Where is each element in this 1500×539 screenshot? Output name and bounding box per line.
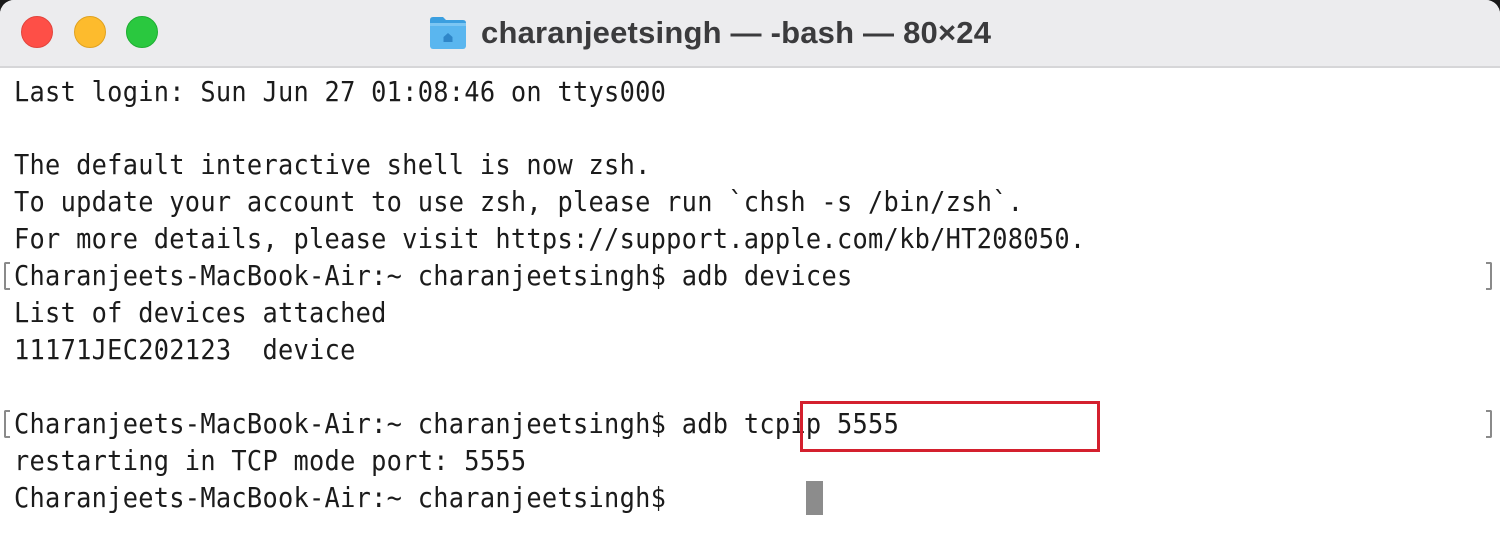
command-mark-right xyxy=(1486,262,1492,290)
command-mark-left xyxy=(4,410,10,438)
command-mark-left xyxy=(4,262,10,290)
terminal-output-area[interactable]: Last login: Sun Jun 27 01:08:46 on ttys0… xyxy=(0,68,1500,539)
highlighted-command-box xyxy=(800,401,1100,452)
title-bar[interactable]: charanjeetsingh — -bash — 80×24 xyxy=(0,0,1500,68)
terminal-line-tcp-output: restarting in TCP mode port: 5555 xyxy=(14,444,527,477)
terminal-line-default-shell: The default interactive shell is now zsh… xyxy=(14,148,651,181)
text-cursor[interactable] xyxy=(806,481,823,515)
terminal-line-last-login: Last login: Sun Jun 27 01:08:46 on ttys0… xyxy=(14,75,667,108)
terminal-line-more-details: For more details, please visit https://s… xyxy=(14,222,1086,255)
device-state: device xyxy=(262,333,356,366)
terminal-line-update-account: To update your account to use zsh, pleas… xyxy=(14,185,1024,218)
terminal-line-device-list-header: List of devices attached xyxy=(14,296,387,329)
shell-prompt: Charanjeets-MacBook-Air:~ charanjeetsing… xyxy=(14,407,667,440)
minimize-window-button[interactable] xyxy=(74,16,106,48)
terminal-line-adb-tcpip-command: Charanjeets-MacBook-Air:~ charanjeetsing… xyxy=(14,406,899,442)
device-serial: 11171JEC202123 xyxy=(14,333,232,366)
zoom-window-button[interactable] xyxy=(126,16,158,48)
terminal-window: charanjeetsingh — -bash — 80×24 Last log… xyxy=(0,0,1500,539)
window-title-group: charanjeetsingh — -bash — 80×24 xyxy=(428,0,991,66)
command-adb-devices: adb devices xyxy=(681,259,853,292)
window-title: charanjeetsingh — -bash — 80×24 xyxy=(481,15,992,50)
shell-prompt: Charanjeets-MacBook-Air:~ charanjeetsing… xyxy=(14,259,667,292)
terminal-line-device-entry: 11171JEC202123 device xyxy=(14,332,356,368)
command-mark-right xyxy=(1486,410,1492,438)
home-folder-icon xyxy=(428,15,468,51)
close-window-button[interactable] xyxy=(21,16,53,48)
terminal-line-adb-devices-command: Charanjeets-MacBook-Air:~ charanjeetsing… xyxy=(14,258,853,294)
terminal-line-current-prompt: Charanjeets-MacBook-Air:~ charanjeetsing… xyxy=(14,481,667,514)
